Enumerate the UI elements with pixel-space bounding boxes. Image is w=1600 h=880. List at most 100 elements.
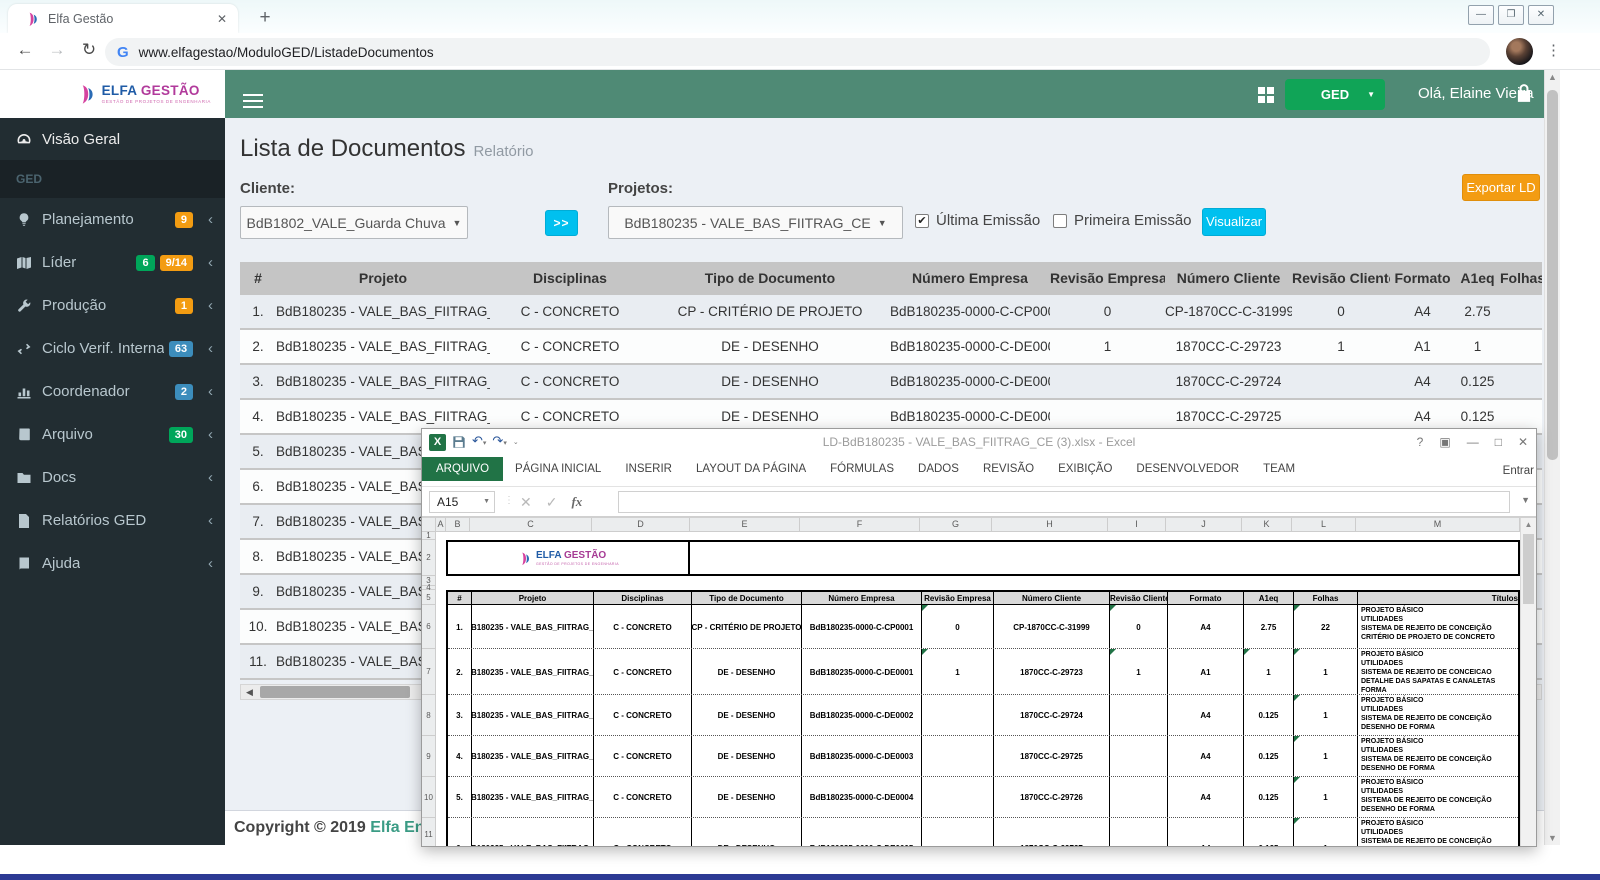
scroll-up-icon[interactable]: ▲ (1545, 72, 1560, 82)
sheet-cell[interactable]: C - CONCRETO (594, 818, 692, 846)
sheet-cell[interactable]: A1 (1168, 649, 1244, 694)
transfer-button[interactable]: >> (545, 210, 578, 236)
sheet-cell[interactable]: BdB180235-0000-C-CP0001 (802, 605, 922, 648)
ribbon-display-options-icon[interactable]: ▣ (1439, 435, 1450, 449)
sheet-cell[interactable]: 1. (448, 605, 472, 648)
ribbon-tab-inserir[interactable]: INSERIR (613, 457, 684, 481)
cliente-select[interactable]: BdB1802_VALE_Guarda Chuva ▼ (240, 206, 468, 239)
column-header-i[interactable]: I (1108, 518, 1166, 531)
sidebar-item-visao-geral[interactable]: Visão Geral (0, 118, 225, 160)
sheet-cell[interactable]: C - CONCRETO (594, 605, 692, 648)
sheet-cell[interactable]: A4 (1168, 736, 1244, 776)
sheet-cell[interactable]: CP-1870CC-C-31999 (994, 605, 1110, 648)
sheet-cell-titulos[interactable]: PROJETO BÁSICO UTILIDADES SISTEMA DE REJ… (1358, 649, 1518, 694)
primeira-emissao-checkbox[interactable] (1053, 213, 1067, 228)
sheet-cell[interactable]: 5. (448, 777, 472, 817)
sheet-cell[interactable] (1110, 818, 1168, 846)
sheet-cell[interactable] (922, 695, 994, 735)
sheet-cell[interactable]: C - CONCRETO (594, 649, 692, 694)
cancel-icon[interactable]: ✕ (520, 494, 532, 511)
excel-close-button[interactable]: ✕ (1518, 435, 1528, 449)
page-vertical-scrollbar[interactable]: ▲ ▼ (1544, 70, 1560, 845)
sheet-cell[interactable]: A4 (1168, 695, 1244, 735)
column-header-g[interactable]: G (920, 518, 992, 531)
sheet-cell[interactable]: DE - DESENHO (692, 818, 802, 846)
visualizar-button[interactable]: Visualizar (1202, 208, 1266, 236)
ribbon-tab-desenvolvedor[interactable]: DESENVOLVEDOR (1124, 457, 1251, 481)
enter-icon[interactable]: ✓ (546, 494, 558, 511)
ultima-emissao-checkbox[interactable] (915, 213, 929, 228)
forward-button[interactable]: → (46, 40, 68, 60)
module-select-button[interactable]: GED ▼ (1285, 79, 1385, 110)
sheet-cell[interactable]: BdB180235 - VALE_BAS_FIITRAG_CE (472, 777, 594, 817)
sheet-cell[interactable]: 1 (1294, 649, 1358, 694)
row-header-9[interactable]: 9 (422, 736, 435, 777)
sidebar-item-planejamento[interactable]: Planejamento 9 ‹ (0, 198, 225, 241)
sheet-cell[interactable]: 3. (448, 695, 472, 735)
sheet-cell[interactable]: 1 (1110, 649, 1168, 694)
ultima-emissao-option[interactable]: Última Emissão (915, 212, 1040, 229)
refresh-button[interactable]: ↻ (78, 40, 100, 60)
sheet-cell[interactable]: 1870CC-C-29725 (994, 736, 1110, 776)
browser-tab[interactable]: Elfa Gestão ✕ (8, 4, 238, 33)
undo-icon[interactable]: ↶▾ (472, 433, 486, 451)
sheet-cell[interactable]: 4. (448, 736, 472, 776)
row-header-7[interactable]: 7 (422, 649, 435, 695)
primeira-emissao-option[interactable]: Primeira Emissão (1053, 212, 1192, 229)
sheet-cell[interactable]: BdB180235-0000-C-DE0004 (802, 777, 922, 817)
sheet-cell[interactable]: 1870CC-C-29723 (994, 649, 1110, 694)
sheet-cell-titulos[interactable]: PROJETO BÁSICO UTILIDADES SISTEMA DE REJ… (1358, 695, 1518, 735)
sheet-cell[interactable]: 0.125 (1244, 818, 1294, 846)
expand-formula-bar-icon[interactable]: ▼ (1521, 495, 1530, 505)
sheet-cell[interactable]: BdB180235-0000-C-DE0002 (802, 695, 922, 735)
excel-maximize-button[interactable]: □ (1495, 435, 1502, 449)
column-header-m[interactable]: M (1356, 518, 1520, 531)
cell-name-box[interactable]: A15 ▼ (429, 491, 495, 513)
sheet-cell[interactable]: 2.75 (1244, 605, 1294, 648)
ribbon-tab-layout-da-pagina[interactable]: LAYOUT DA PÁGINA (684, 457, 818, 481)
redo-icon[interactable]: ↷▾ (492, 433, 506, 451)
sheet-cell-titulos[interactable]: PROJETO BÁSICO UTILIDADES SISTEMA DE REJ… (1358, 736, 1518, 776)
sheet-cell[interactable]: 0.125 (1244, 777, 1294, 817)
window-restore-button[interactable]: ❐ (1498, 5, 1524, 25)
table-row[interactable]: 3. BdB180235 - VALE_BAS_FIITRAG_CE C - CON… (240, 365, 1542, 400)
sheet-cell-titulos[interactable]: PROJETO BÁSICO UTILIDADES SISTEMA DE REJ… (1358, 605, 1518, 648)
address-bar[interactable]: G www.elfagestao/ModuloGED/ListadeDocume… (105, 38, 1490, 66)
sheet-cell[interactable]: DE - DESENHO (692, 736, 802, 776)
sheet-cell[interactable] (922, 736, 994, 776)
table-row[interactable]: 1. BdB180235 - VALE_BAS_FIITRAG_CE C - CON… (240, 295, 1542, 330)
excel-vertical-scrollbar[interactable]: ▲ (1520, 518, 1536, 846)
column-header-e[interactable]: E (690, 518, 800, 531)
column-header-j[interactable]: J (1166, 518, 1242, 531)
sheet-cell[interactable]: DE - DESENHO (692, 649, 802, 694)
sheet-cell[interactable] (1110, 777, 1168, 817)
window-close-button[interactable]: ✕ (1528, 5, 1554, 25)
sidebar-toggle-icon[interactable] (243, 94, 263, 112)
sheet-cell[interactable]: 1 (1294, 777, 1358, 817)
column-header-d[interactable]: D (592, 518, 690, 531)
scrollbar-thumb[interactable] (1523, 534, 1534, 604)
projetos-select[interactable]: BdB180235 - VALE_BAS_FIITRAG_CE ▼ (608, 206, 903, 239)
sheet-cell[interactable]: 1870CC-C-29727 (994, 818, 1110, 846)
sheet-cell[interactable]: 0 (922, 605, 994, 648)
excel-minimize-button[interactable]: — (1467, 435, 1479, 449)
sheet-cell-titulos[interactable]: PROJETO BÁSICO UTILIDADES SISTEMA DE REJ… (1358, 777, 1518, 817)
sheet-cell[interactable]: CP - CRITÉRIO DE PROJETO (692, 605, 802, 648)
sheet-cell[interactable]: 0 (1110, 605, 1168, 648)
sheet-cell[interactable]: 0.125 (1244, 736, 1294, 776)
sheet-cell[interactable]: 1 (922, 649, 994, 694)
browser-menu-icon[interactable]: ⋮ (1546, 41, 1561, 59)
new-tab-button[interactable]: + (252, 6, 278, 32)
excel-sign-in[interactable]: Entrar (1503, 465, 1534, 477)
sidebar-item-relatorios-ged[interactable]: Relatórios GED ‹ (0, 499, 225, 542)
excel-help-icon[interactable]: ? (1417, 435, 1424, 449)
ribbon-tab-team[interactable]: TEAM (1251, 457, 1307, 481)
ribbon-tab-pagina-inicial[interactable]: PÁGINA INICIAL (503, 457, 613, 481)
table-row[interactable]: 2. BdB180235 - VALE_BAS_FIITRAG_CE C - CON… (240, 330, 1542, 365)
scroll-down-icon[interactable]: ▼ (1545, 833, 1560, 843)
sheet-cell[interactable] (1110, 695, 1168, 735)
column-header-h[interactable]: H (992, 518, 1108, 531)
sheet-cell[interactable]: BdB180235 - VALE_BAS_FIITRAG_CE (472, 695, 594, 735)
sheet-cell-titulos[interactable]: PROJETO BÁSICO UTILIDADES SISTEMA DE REJ… (1358, 818, 1518, 846)
lock-icon[interactable] (1516, 83, 1532, 103)
